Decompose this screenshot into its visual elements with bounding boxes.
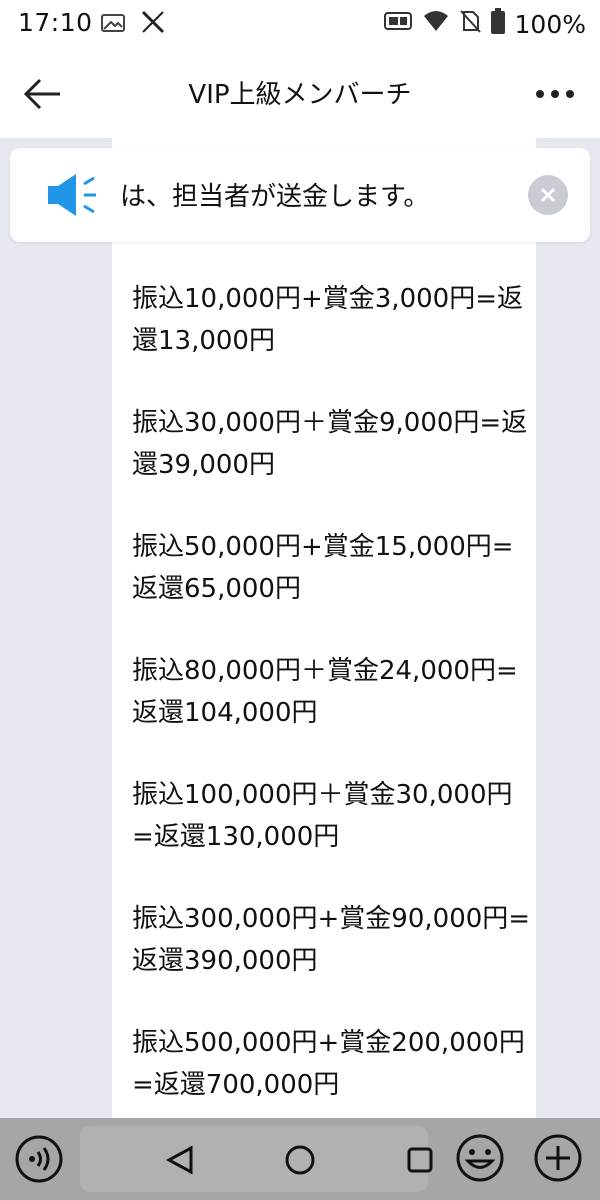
message-text: 振込10,000円+賞金3,000円=返還13,000円 振込30,000円＋賞… — [132, 278, 532, 1118]
megaphone-icon — [48, 174, 96, 216]
message-line: 振込100,000円＋賞金30,000円=返還130,000円 — [132, 780, 513, 852]
back-triangle-icon — [165, 1145, 193, 1175]
recents-square-icon — [407, 1147, 433, 1173]
navigation-bar — [0, 1118, 600, 1200]
nav-home-button[interactable] — [280, 1140, 320, 1180]
announcement-banner[interactable]: は、担当者が送金します。 — [10, 148, 590, 242]
message-line: 振込10,000円+賞金3,000円=返還13,000円 — [132, 284, 523, 356]
screen: 17:10 100% VIP上級メンバーチ 振込10,000円+賞金3,000円… — [0, 0, 600, 1200]
add-circle-icon — [534, 1134, 582, 1182]
gallery-icon — [100, 11, 126, 40]
close-announcement-button[interactable] — [528, 175, 568, 215]
voice-icon — [15, 1135, 63, 1183]
battery-percent: 100% — [514, 9, 586, 39]
page-title: VIP上級メンバーチ — [188, 80, 412, 110]
status-time: 17:10 — [18, 8, 93, 37]
status-bar: 17:10 100% — [0, 0, 600, 48]
message-line: 振込300,000円+賞金90,000円=返還390,000円 — [132, 904, 531, 976]
close-icon — [540, 187, 556, 203]
90hz-icon — [383, 9, 413, 39]
battery-icon — [490, 8, 505, 40]
message-bubble[interactable]: 振込10,000円+賞金3,000円=返還13,000円 振込30,000円＋賞… — [112, 138, 536, 1118]
home-circle-icon — [285, 1145, 315, 1175]
voice-button[interactable] — [14, 1134, 64, 1184]
more-dots-icon — [536, 90, 574, 98]
app-header: VIP上級メンバーチ — [0, 48, 600, 138]
more-menu-button[interactable] — [530, 76, 580, 112]
wifi-icon — [423, 9, 449, 39]
announcement-text: は、担当者が送金します。 — [120, 182, 430, 212]
nav-recents-button[interactable] — [400, 1140, 440, 1180]
chat-area[interactable]: 振込10,000円+賞金3,000円=返還13,000円 振込30,000円＋賞… — [0, 138, 600, 1118]
x-logo-icon — [140, 10, 166, 40]
add-button[interactable] — [530, 1130, 586, 1186]
nav-back-button[interactable] — [160, 1140, 200, 1180]
message-line: 振込50,000円+賞金15,000円=返還65,000円 — [132, 532, 514, 604]
emoji-icon — [456, 1134, 504, 1182]
message-line: 振込30,000円＋賞金9,000円=返還39,000円 — [132, 408, 528, 480]
message-line: 振込80,000円＋賞金24,000円=返還104,000円 — [132, 656, 518, 728]
emoji-button[interactable] — [452, 1130, 508, 1186]
no-sim-icon — [459, 9, 481, 39]
message-line: 振込500,000円+賞金200,000円=返還700,000円 — [132, 1028, 525, 1100]
